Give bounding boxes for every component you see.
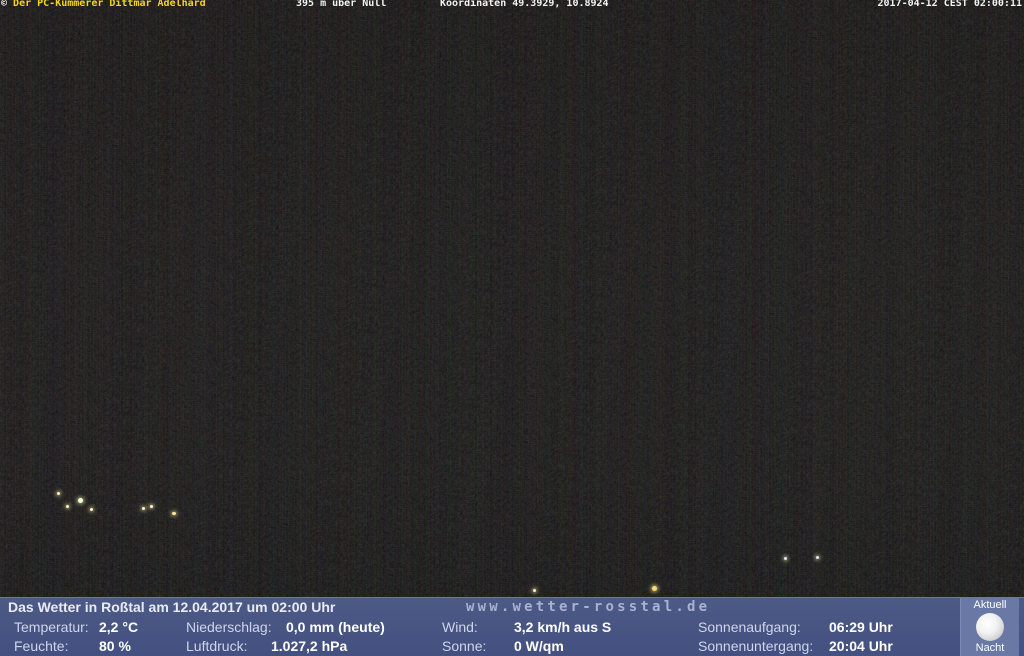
- temperature-value: 2,2 °C: [99, 619, 139, 635]
- sun-value: 0 W/qm: [514, 638, 564, 654]
- sunrise-value: 06:29 Uhr: [829, 619, 893, 635]
- day-night-indicator: Aktuell Nacht: [960, 598, 1019, 656]
- distant-light: [90, 508, 93, 511]
- distant-light: [172, 512, 176, 515]
- distant-light: [142, 507, 145, 510]
- weather-panel: Das Wetter in Roßtal am 12.04.2017 um 02…: [0, 597, 1024, 656]
- distant-light: [78, 498, 83, 503]
- sensor-noise: [0, 0, 1024, 597]
- temperature-label: Temperatur:: [14, 619, 89, 635]
- altitude-text: 395 m über Null: [296, 0, 387, 9]
- camera-info-bar: © Der PC-Kümmerer Dittmar Adelhard 395 m…: [0, 0, 1024, 11]
- pressure-label: Luftdruck:: [186, 638, 248, 654]
- humidity-label: Feuchte:: [14, 638, 69, 654]
- owner-name: Der PC-Kümmerer Dittmar Adelhard: [13, 0, 206, 9]
- wind-value: 3,2 km/h aus S: [514, 619, 612, 635]
- humidity-value: 80 %: [99, 638, 131, 654]
- sunset-label: Sonnenuntergang:: [698, 638, 814, 654]
- distant-light: [66, 505, 69, 508]
- distant-light: [533, 589, 536, 592]
- pressure-value: 1.027,2 hPa: [271, 638, 348, 654]
- sun-label: Sonne:: [442, 638, 487, 654]
- phase-top-label: Aktuell: [973, 599, 1007, 611]
- phase-bottom-label: Nacht: [975, 642, 1005, 654]
- sunrise-label: Sonnenaufgang:: [698, 619, 801, 635]
- webcam-view: © Der PC-Kümmerer Dittmar Adelhard 395 m…: [0, 0, 1024, 656]
- distant-light: [652, 586, 657, 591]
- distant-light: [150, 505, 153, 508]
- distant-light: [57, 492, 60, 495]
- precipitation-label: Niederschlag:: [186, 619, 272, 635]
- timestamp-text: 2017-04-12 CEST 02:00:11: [877, 0, 1023, 9]
- distant-light: [784, 557, 787, 560]
- moon-icon: [976, 613, 1004, 641]
- copyright-line: © Der PC-Kümmerer Dittmar Adelhard: [1, 0, 206, 9]
- precipitation-value: 0,0 mm (heute): [286, 619, 385, 635]
- coordinates-text: Koordinaten 49.3929, 10.8924: [440, 0, 609, 9]
- wind-label: Wind:: [442, 619, 478, 635]
- night-camera-image: [0, 0, 1024, 597]
- sunset-value: 20:04 Uhr: [829, 638, 893, 654]
- website-url[interactable]: www.wetter-rosstal.de: [466, 599, 710, 615]
- copyright-symbol: ©: [1, 0, 14, 9]
- weather-headline: Das Wetter in Roßtal am 12.04.2017 um 02…: [8, 599, 336, 615]
- distant-light: [816, 556, 819, 559]
